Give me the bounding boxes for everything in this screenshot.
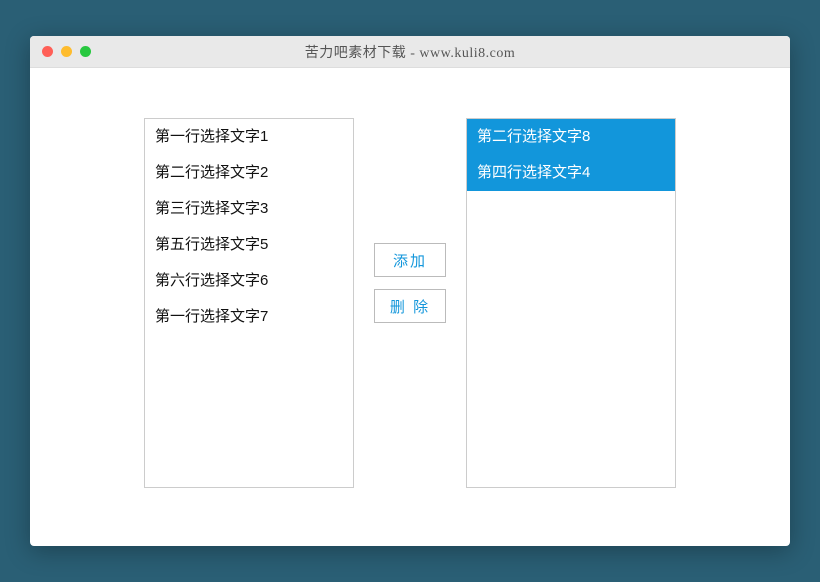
source-list-item[interactable]: 第五行选择文字5 [145, 227, 353, 263]
source-list-item[interactable]: 第一行选择文字7 [145, 299, 353, 335]
source-list-item[interactable]: 第二行选择文字2 [145, 155, 353, 191]
source-listbox[interactable]: 第一行选择文字1第二行选择文字2第三行选择文字3第五行选择文字5第六行选择文字6… [144, 118, 354, 488]
titlebar: 苦力吧素材下载 - www.kuli8.com [30, 36, 790, 68]
target-listbox[interactable]: 第二行选择文字8第四行选择文字4 [466, 118, 676, 488]
add-button[interactable]: 添加 [374, 243, 446, 277]
traffic-lights [42, 46, 91, 57]
content-area: 第一行选择文字1第二行选择文字2第三行选择文字3第五行选择文字5第六行选择文字6… [30, 68, 790, 546]
transfer-buttons: 添加 删 除 [374, 243, 446, 323]
target-list-item[interactable]: 第四行选择文字4 [467, 155, 675, 191]
maximize-icon[interactable] [80, 46, 91, 57]
app-window: 苦力吧素材下载 - www.kuli8.com 第一行选择文字1第二行选择文字2… [30, 36, 790, 546]
target-list-item[interactable]: 第二行选择文字8 [467, 119, 675, 155]
source-list-item[interactable]: 第一行选择文字1 [145, 119, 353, 155]
close-icon[interactable] [42, 46, 53, 57]
source-list-item[interactable]: 第三行选择文字3 [145, 191, 353, 227]
remove-button[interactable]: 删 除 [374, 289, 446, 323]
window-title: 苦力吧素材下载 - www.kuli8.com [30, 42, 790, 62]
minimize-icon[interactable] [61, 46, 72, 57]
source-list-item[interactable]: 第六行选择文字6 [145, 263, 353, 299]
